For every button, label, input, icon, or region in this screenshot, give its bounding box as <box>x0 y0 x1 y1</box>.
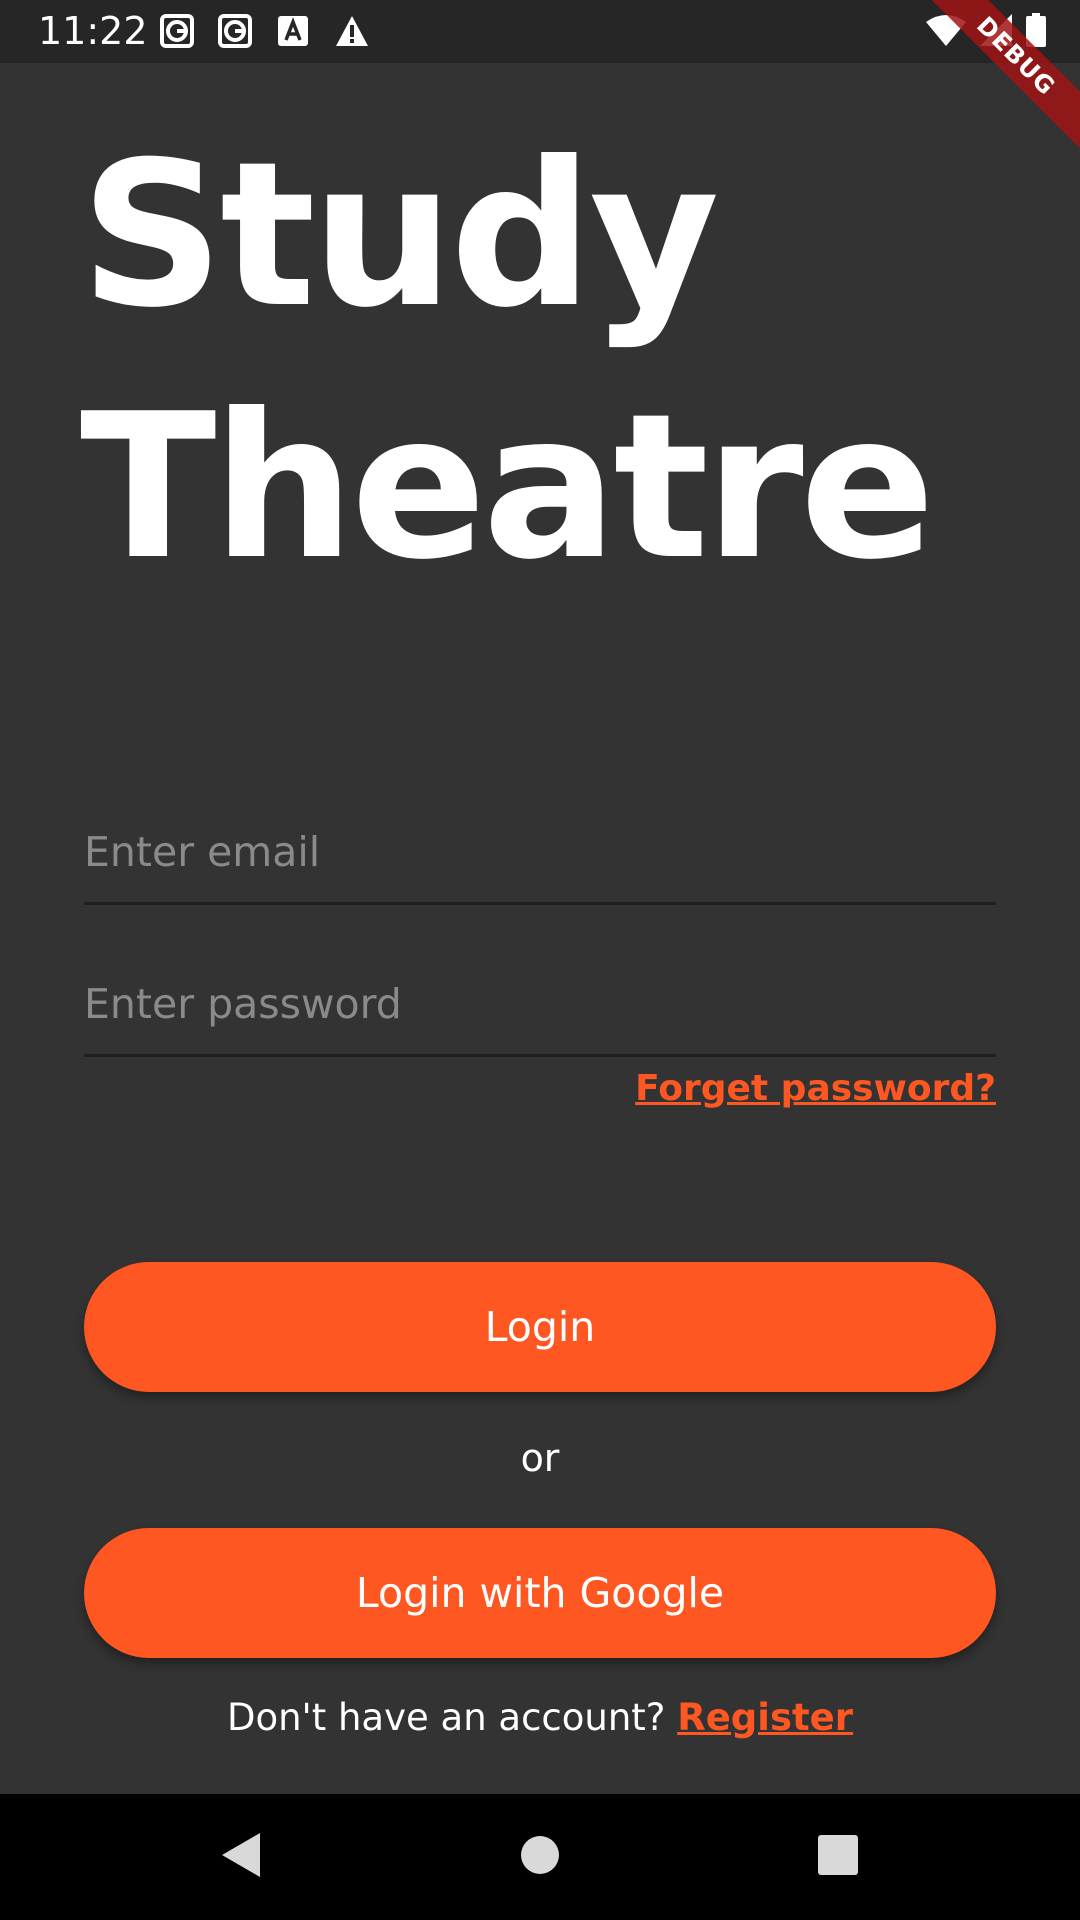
status-time: 11:22 <box>38 9 148 53</box>
app-title: Study Theatre <box>80 110 980 614</box>
back-button[interactable] <box>210 1827 270 1887</box>
register-prompt: Don't have an account? Register <box>0 1696 1080 1739</box>
recents-icon <box>818 1835 858 1879</box>
no-account-text: Don't have an account? <box>226 1696 666 1739</box>
email-field[interactable] <box>84 808 996 905</box>
wifi-icon <box>926 14 966 50</box>
back-icon <box>218 1831 262 1883</box>
battery-icon <box>1026 13 1046 51</box>
home-icon <box>520 1835 560 1879</box>
or-separator: or <box>520 1436 560 1480</box>
forget-password-link[interactable]: Forget password? <box>635 1068 996 1109</box>
g-notification-icon <box>160 14 194 48</box>
login-button[interactable]: Login <box>84 1262 996 1392</box>
app-title-line-2: Theatre <box>80 371 935 604</box>
notification-icons <box>160 14 370 48</box>
recents-button[interactable] <box>808 1827 868 1887</box>
app-title-line-1: Study <box>80 119 720 352</box>
email-input[interactable] <box>84 820 996 884</box>
a-notification-icon <box>276 14 310 48</box>
home-button[interactable] <box>510 1827 570 1887</box>
g-notification-icon <box>218 14 252 48</box>
password-field[interactable] <box>84 960 996 1057</box>
login-with-google-button[interactable]: Login with Google <box>84 1528 996 1658</box>
status-bar: 11:22 <box>0 0 1080 63</box>
password-input[interactable] <box>84 972 996 1036</box>
cell-signal-icon <box>980 14 1012 50</box>
navigation-bar <box>0 1794 1080 1920</box>
system-icons <box>926 13 1046 51</box>
register-link[interactable]: Register <box>677 1696 853 1739</box>
warning-icon <box>334 14 370 48</box>
